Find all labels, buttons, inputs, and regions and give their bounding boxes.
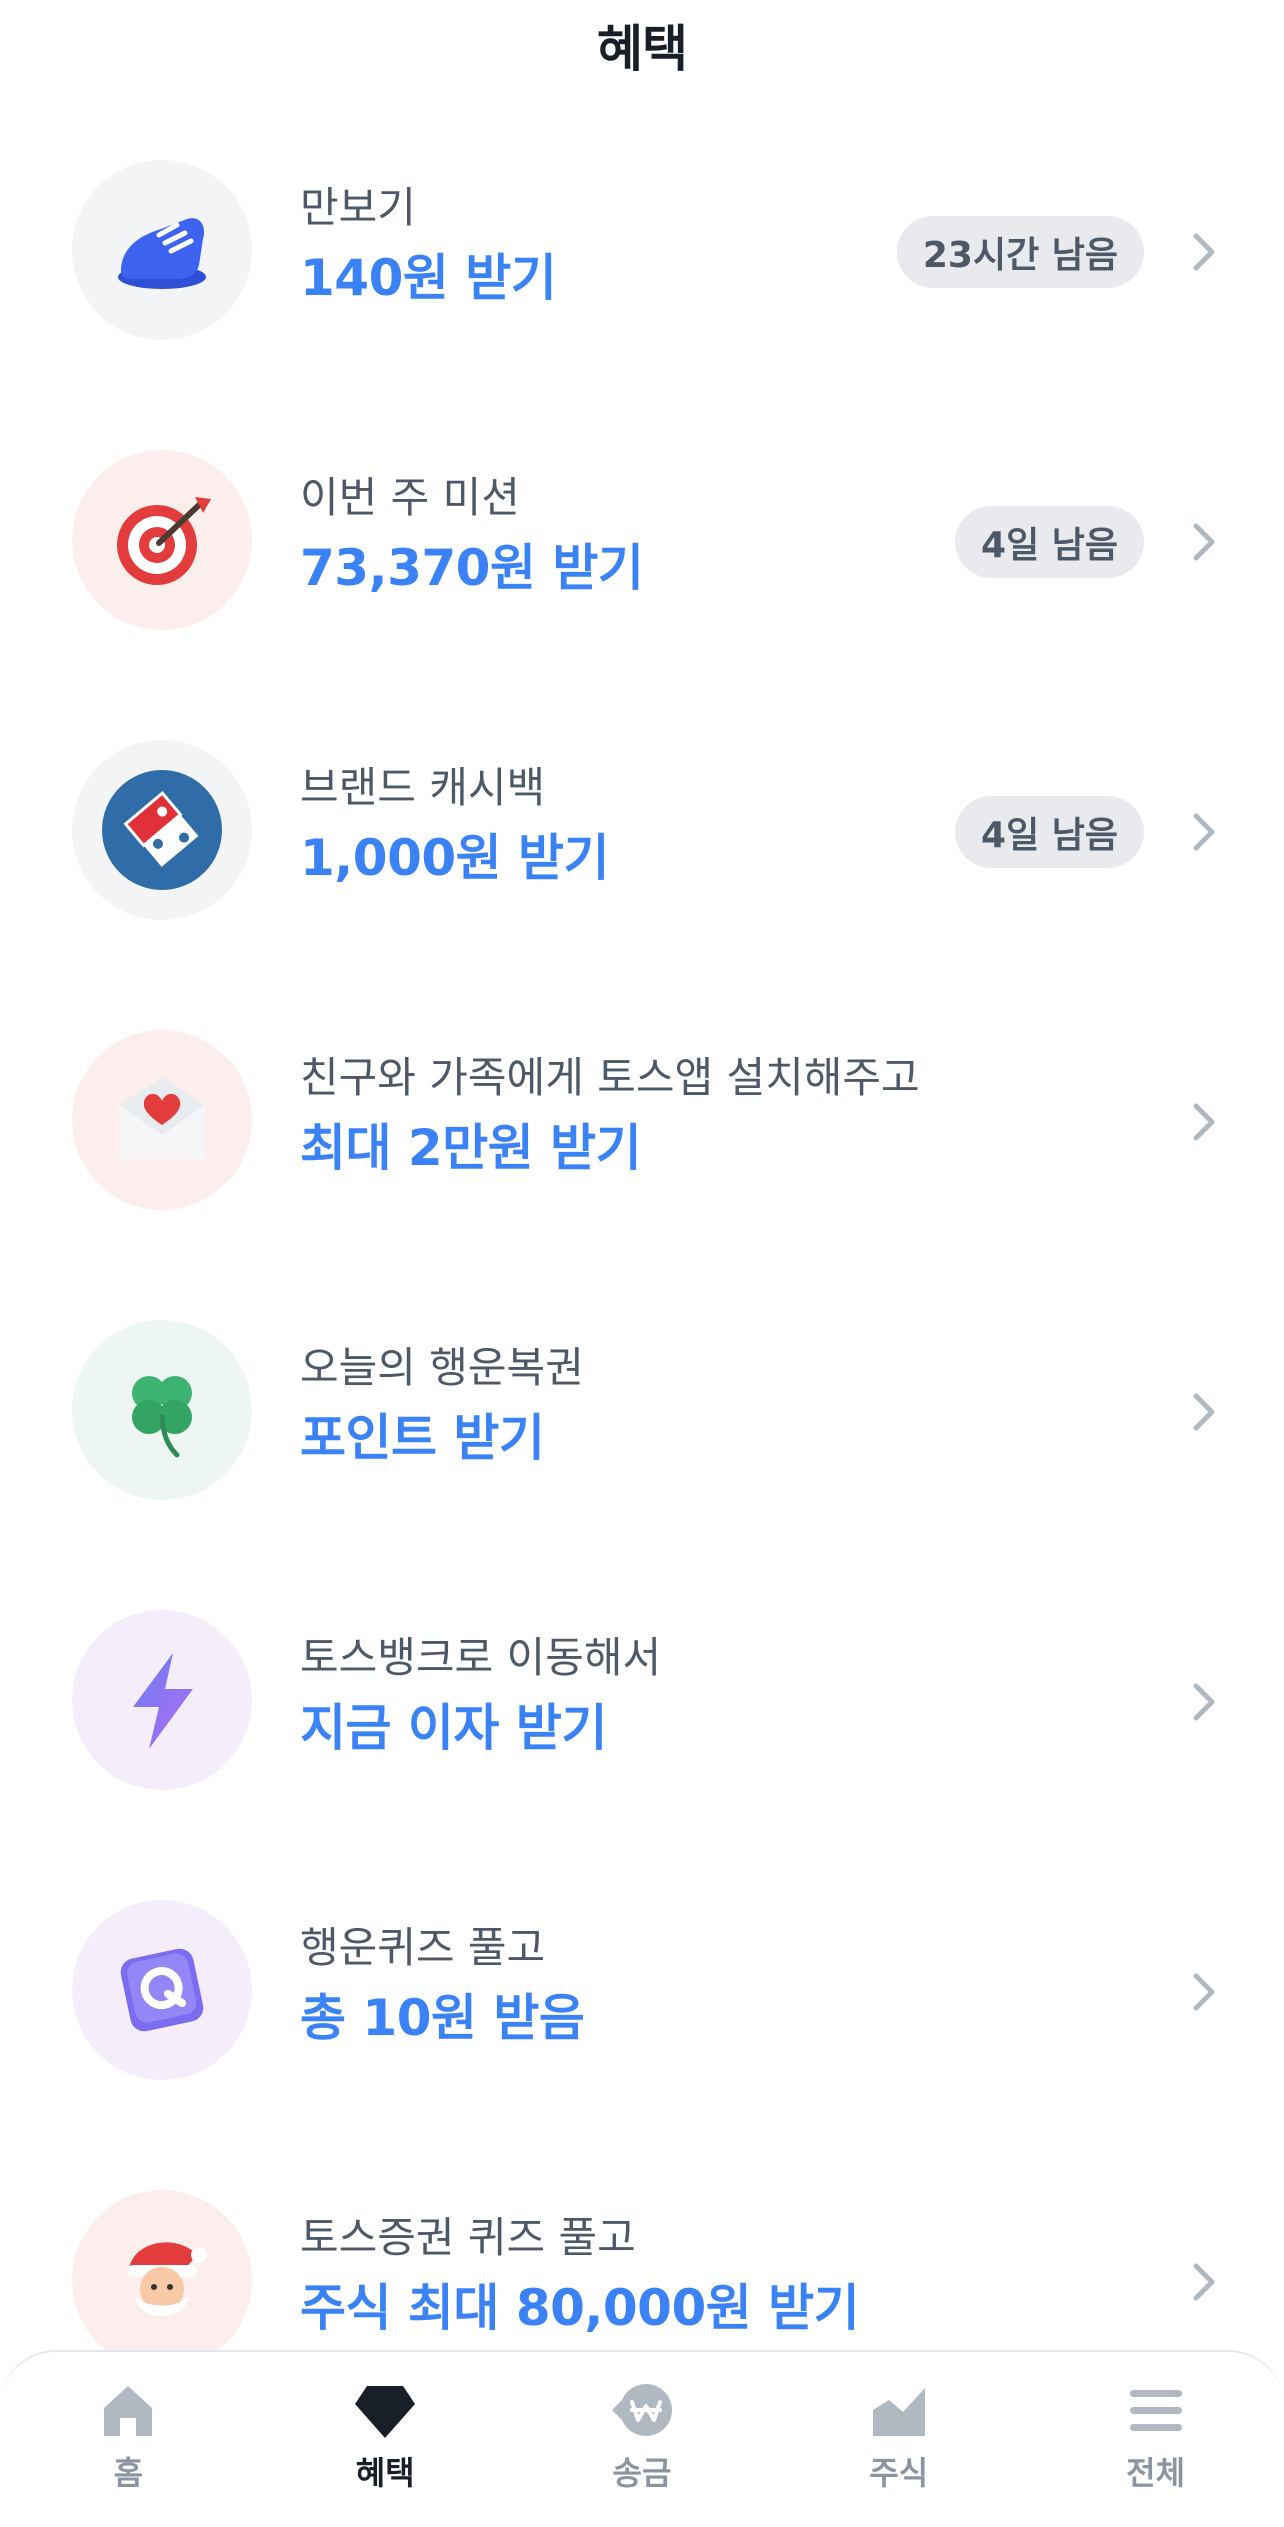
item-title: 토스뱅크로 이동해서 xyxy=(300,1633,662,1682)
item-reward: 140원 받기 xyxy=(300,249,557,307)
item-reward: 포인트 받기 xyxy=(300,1409,545,1467)
item-title: 토스증권 퀴즈 풀고 xyxy=(300,2213,636,2262)
chevron-right-icon xyxy=(1193,813,1215,851)
santa-icon xyxy=(72,2190,252,2370)
lightning-icon xyxy=(72,1610,252,1790)
bottom-tab-bar: 홈 혜택 송금 주식 전체 xyxy=(0,2350,1284,2527)
item-reward: 73,370원 받기 xyxy=(300,539,644,597)
shoe-icon xyxy=(72,160,252,340)
list-item-tossinvest-quiz[interactable]: 토스증권 퀴즈 풀고 주식 최대 80,000원 받기 xyxy=(0,2100,1284,2390)
tab-label: 주식 xyxy=(869,2454,929,2492)
menu-icon xyxy=(1129,2390,1182,2431)
tab-label: 혜택 xyxy=(355,2454,415,2492)
list-item-lucky-lottery[interactable]: 오늘의 행운복권 포인트 받기 xyxy=(0,1230,1284,1520)
item-reward: 총 10원 받음 xyxy=(300,1989,585,2047)
list-item-brand-cashback[interactable]: 브랜드 캐시백 1,000원 받기 4일 남음 xyxy=(0,650,1284,940)
item-reward: 1,000원 받기 xyxy=(300,829,610,887)
benefit-list: 만보기 140원 받기 23시간 남음 이번 주 미션 73,370원 받기 4… xyxy=(0,70,1284,2390)
tab-transfer[interactable]: 송금 xyxy=(522,2352,762,2527)
chevron-right-icon xyxy=(1193,1683,1215,1721)
tab-home[interactable]: 홈 xyxy=(8,2352,248,2527)
item-reward: 최대 2만원 받기 xyxy=(300,1119,642,1177)
item-reward: 지금 이자 받기 xyxy=(300,1699,607,1757)
tab-all[interactable]: 전체 xyxy=(1036,2352,1276,2527)
heart-envelope-icon xyxy=(72,1030,252,1210)
chevron-right-icon xyxy=(1193,523,1215,561)
tab-benefits[interactable]: 혜택 xyxy=(265,2352,505,2527)
list-item-pedometer[interactable]: 만보기 140원 받기 23시간 남음 xyxy=(0,70,1284,360)
quiz-q-icon xyxy=(72,1900,252,2080)
item-title: 행운퀴즈 풀고 xyxy=(300,1923,546,1972)
item-reward: 주식 최대 80,000원 받기 xyxy=(300,2279,860,2337)
item-title: 오늘의 행운복권 xyxy=(300,1343,584,1392)
dominos-logo-icon xyxy=(72,740,252,920)
time-remaining-badge: 4일 남음 xyxy=(955,506,1144,578)
chevron-right-icon xyxy=(1193,1393,1215,1431)
tab-label: 송금 xyxy=(612,2454,672,2492)
item-title: 친구와 가족에게 토스앱 설치해주고 xyxy=(300,1053,920,1102)
list-item-lucky-quiz[interactable]: 행운퀴즈 풀고 총 10원 받음 xyxy=(0,1810,1284,2100)
chevron-right-icon xyxy=(1193,233,1215,271)
chevron-right-icon xyxy=(1193,2263,1215,2301)
tab-label: 전체 xyxy=(1126,2454,1186,2492)
time-remaining-badge: 23시간 남음 xyxy=(896,216,1144,288)
item-title: 브랜드 캐시백 xyxy=(300,763,546,812)
time-remaining-badge: 4일 남음 xyxy=(955,796,1144,868)
list-item-weekly-mission[interactable]: 이번 주 미션 73,370원 받기 4일 남음 xyxy=(0,360,1284,650)
list-item-invite-friends[interactable]: 친구와 가족에게 토스앱 설치해주고 최대 2만원 받기 xyxy=(0,940,1284,1230)
diamond-icon xyxy=(355,2386,416,2438)
won-transfer-icon xyxy=(611,2384,672,2436)
chevron-right-icon xyxy=(1193,1973,1215,2011)
item-title: 이번 주 미션 xyxy=(300,473,520,522)
chart-icon xyxy=(872,2388,925,2436)
target-icon xyxy=(72,450,252,630)
chevron-right-icon xyxy=(1193,1103,1215,1141)
tab-stocks[interactable]: 주식 xyxy=(779,2352,1019,2527)
home-icon xyxy=(104,2386,153,2436)
item-title: 만보기 xyxy=(300,183,416,232)
clover-icon xyxy=(72,1320,252,1500)
tab-label: 홈 xyxy=(113,2454,144,2492)
list-item-tossbank-interest[interactable]: 토스뱅크로 이동해서 지금 이자 받기 xyxy=(0,1520,1284,1810)
